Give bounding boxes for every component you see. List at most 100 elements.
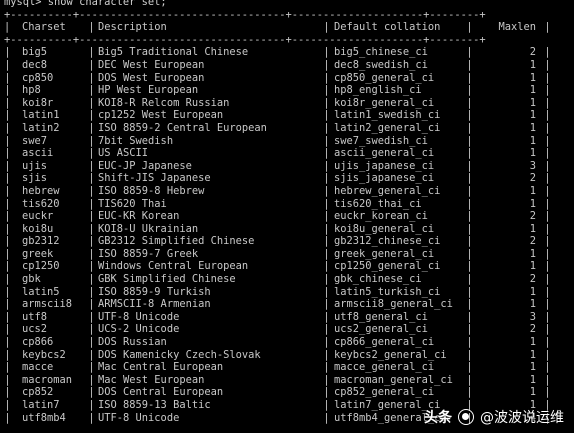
maxlen-cell: 1 (529, 348, 536, 361)
description-cell: ISO 8859-7 Greek (98, 247, 199, 260)
charset-cell: cp852 (22, 386, 54, 399)
column-separator: | (4, 361, 11, 374)
column-separator: | (323, 336, 330, 349)
default-collation-cell: cp850_general_ci (334, 71, 435, 84)
default-collation-cell: koi8r_general_ci (334, 96, 435, 109)
column-separator: | (88, 84, 95, 97)
column-separator: | (88, 197, 95, 210)
watermark-brand: 头条 (424, 410, 452, 426)
maxlen-cell: 2 (529, 46, 536, 59)
column-separator: | (466, 285, 473, 298)
maxlen-cell: 2 (529, 323, 536, 336)
column-separator: | (323, 222, 330, 235)
column-separator: | (323, 273, 330, 286)
table-row: | tis620 | TIS620 Thai | tis620_thai_ci | 1 | (4, 198, 570, 211)
charset-cell: latin7 (22, 399, 60, 411)
default-collation-cell: gbk_chinese_ci (334, 273, 422, 286)
column-separator: | (88, 323, 95, 336)
default-collation-cell: latin2_general_ci (334, 121, 441, 134)
column-separator: | (88, 336, 95, 349)
column-separator: | (323, 184, 330, 197)
column-separator: | (4, 222, 11, 235)
maxlen-cell: 1 (529, 184, 536, 197)
column-separator: | (544, 96, 551, 109)
header-default-collation: Default collation (334, 21, 441, 34)
header-maxlen: Maxlen (498, 21, 536, 34)
terminal-window[interactable]: mysql> show character set; +----------+-… (4, 0, 570, 424)
column-separator: | (466, 197, 473, 210)
column-separator: | (544, 147, 551, 160)
column-separator: | (544, 222, 551, 235)
column-separator: | (544, 373, 551, 386)
header-description: Description (98, 21, 167, 34)
default-collation-cell: keybcs2_general_ci (334, 348, 447, 361)
column-separator: | (466, 273, 473, 286)
charset-cell: sjis (22, 172, 48, 185)
table-row: | euckr | EUC-KR Korean | euckr_korean_ci | 2 | (4, 210, 570, 223)
column-separator: | (466, 184, 473, 197)
column-separator: | (88, 222, 95, 235)
column-separator: | (323, 121, 330, 134)
column-separator: | (466, 260, 473, 273)
column-separator: | (544, 298, 551, 311)
charset-cell: utf8 (22, 310, 48, 323)
description-cell: UTF-8 Unicode (98, 411, 180, 424)
column-separator: | (4, 109, 11, 122)
column-separator: | (466, 71, 473, 84)
table-row: | hp8 | HP West European | hp8_english_ci | 1 | (4, 84, 570, 97)
description-cell: Shift-JIS Japanese (98, 172, 211, 185)
description-cell: UCS-2 Unicode (98, 323, 180, 336)
charset-cell: big5 (22, 46, 48, 59)
description-cell: ISO 8859-13 Baltic (98, 399, 211, 411)
charset-cell: ucs2 (22, 323, 48, 336)
maxlen-cell: 1 (529, 361, 536, 374)
column-separator: | (323, 235, 330, 248)
description-cell: DOS Russian (98, 336, 167, 349)
column-separator: | (323, 285, 330, 298)
default-collation-cell: ascii_general_ci (334, 147, 435, 160)
description-cell: Mac Central European (98, 361, 224, 374)
description-cell: DOS Central European (98, 386, 224, 399)
table-row: | sjis | Shift-JIS Japanese | sjis_japanese_c… (4, 172, 570, 185)
column-separator: | (544, 285, 551, 298)
charset-cell: latin1 (22, 109, 60, 122)
column-separator: | (466, 310, 473, 323)
charset-cell: ascii (22, 147, 54, 160)
maxlen-cell: 1 (529, 58, 536, 71)
default-collation-cell: euckr_korean_ci (334, 210, 428, 223)
maxlen-cell: 1 (529, 260, 536, 273)
column-separator: | (88, 159, 95, 172)
column-separator: | (466, 298, 473, 311)
description-cell: cp1252 West European (98, 109, 224, 122)
column-separator: | (88, 361, 95, 374)
column-separator: | (4, 46, 11, 59)
table-body: | big5 | Big5 Traditional Chinese | big5_chin… (4, 46, 570, 424)
column-separator: | (323, 348, 330, 361)
column-separator: | (466, 222, 473, 235)
description-cell: 7bit Swedish (98, 134, 174, 147)
column-separator: | (4, 285, 11, 298)
column-separator: | (544, 134, 551, 147)
column-separator: | (88, 399, 95, 411)
table-row: | cp1250 | Windows Central European | cp1250_… (4, 260, 570, 273)
table-top-border: +----------+----------------------------… (4, 8, 486, 21)
table-row: | hebrew | ISO 8859-8 Hebrew | hebrew_general… (4, 185, 570, 198)
column-separator: | (88, 348, 95, 361)
maxlen-cell: 3 (529, 310, 536, 323)
column-separator: | (88, 121, 95, 134)
table-row: | cp866 | DOS Russian | cp866_general_ci | 1 | (4, 336, 570, 349)
column-separator: | (88, 210, 95, 223)
description-cell: US ASCII (98, 147, 149, 160)
watermark: 头条 @波波说运维 (424, 407, 564, 427)
default-collation-cell: latin5_turkish_ci (334, 285, 441, 298)
maxlen-cell: 1 (529, 96, 536, 109)
charset-cell: swe7 (22, 134, 48, 147)
column-separator: | (544, 21, 551, 34)
charset-cell: keybcs2 (22, 348, 66, 361)
column-separator: | (466, 147, 473, 160)
column-separator: | (323, 373, 330, 386)
column-separator: | (323, 310, 330, 323)
column-separator: | (88, 46, 95, 59)
column-separator: | (323, 58, 330, 71)
description-cell: EUC-KR Korean (98, 210, 180, 223)
